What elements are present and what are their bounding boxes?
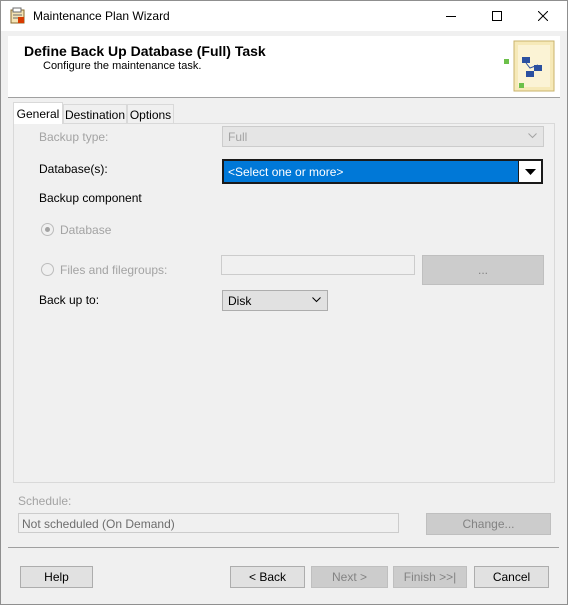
- page-title: Define Back Up Database (Full) Task: [24, 43, 266, 59]
- minimize-icon: [446, 16, 456, 17]
- tab-label: Options: [129, 107, 172, 122]
- files-filegroups-radio[interactable]: [41, 263, 54, 276]
- databases-label: Database(s):: [39, 162, 108, 176]
- tab-destination[interactable]: Destination: [63, 104, 127, 124]
- database-radio[interactable]: [41, 223, 54, 236]
- window-title: Maintenance Plan Wizard: [33, 9, 170, 23]
- maintenance-plan-banner-icon: [504, 40, 555, 92]
- close-icon: [538, 11, 548, 21]
- backup-type-value: Full: [228, 130, 248, 144]
- radio-selected-dot: [45, 227, 50, 232]
- database-radio-label: Database: [60, 223, 112, 237]
- databases-dropdown-button[interactable]: [518, 161, 541, 182]
- files-filegroups-field[interactable]: [221, 255, 415, 275]
- databases-select[interactable]: <Select one or more>: [222, 159, 543, 184]
- minimize-button[interactable]: [428, 1, 474, 31]
- cancel-button[interactable]: Cancel: [474, 566, 549, 588]
- dropdown-arrow-icon: [524, 168, 536, 175]
- close-button[interactable]: [520, 1, 566, 31]
- app-icon: [10, 7, 26, 24]
- back-up-to-label: Back up to:: [39, 293, 100, 307]
- back-up-to-select[interactable]: Disk: [222, 290, 328, 311]
- finish-button[interactable]: Finish >>|: [393, 566, 467, 588]
- back-up-to-value: Disk: [228, 294, 252, 308]
- next-button[interactable]: Next >: [311, 566, 388, 588]
- chevron-down-icon: [312, 297, 321, 303]
- tab-options[interactable]: Options: [127, 104, 174, 124]
- wizard-header: Define Back Up Database (Full) Task Conf…: [8, 36, 560, 98]
- files-filegroups-radio-label: Files and filegroups:: [60, 263, 168, 277]
- maximize-button[interactable]: [474, 1, 520, 31]
- backup-component-label: Backup component: [39, 191, 142, 205]
- tab-label: General: [16, 106, 60, 121]
- title-bar[interactable]: Maintenance Plan Wizard: [1, 1, 567, 31]
- backup-type-label: Backup type:: [39, 130, 109, 144]
- footer-divider: [8, 547, 559, 548]
- page-subtitle: Configure the maintenance task.: [43, 60, 202, 72]
- databases-value: <Select one or more>: [228, 165, 344, 179]
- schedule-value: Not scheduled (On Demand): [22, 517, 175, 531]
- backup-type-select[interactable]: Full: [222, 126, 544, 147]
- help-button[interactable]: Help: [20, 566, 93, 588]
- browse-files-button[interactable]: ...: [422, 255, 544, 285]
- back-button[interactable]: < Back: [230, 566, 305, 588]
- wizard-window: Maintenance Plan Wizard Define Back Up D…: [0, 0, 568, 605]
- tab-label: Destination: [64, 107, 126, 122]
- schedule-field: Not scheduled (On Demand): [18, 513, 399, 533]
- maximize-icon: [492, 11, 502, 21]
- schedule-label: Schedule:: [18, 494, 72, 508]
- tab-general[interactable]: General: [13, 102, 63, 124]
- change-schedule-button[interactable]: Change...: [426, 513, 551, 535]
- chevron-down-icon: [528, 133, 537, 139]
